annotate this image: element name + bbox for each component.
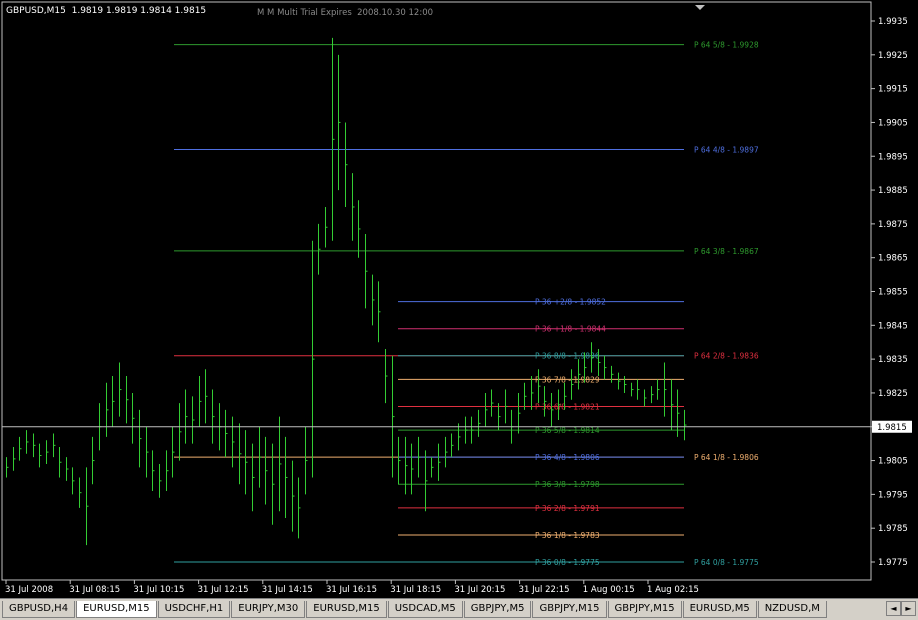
murrey-level-p36-label: P 36 2/8 - 1.9791 [535, 504, 600, 513]
chart-tabs-bar: GBPUSD,H4 EURUSD,M15 USDCHF,H1 EURJPY,M30 EU… [0, 598, 918, 620]
price-axis-label: 1.9845 [878, 321, 908, 331]
price-axis-label: 1.9925 [878, 51, 908, 61]
chart-tab[interactable]: EURUSD,M5 [682, 601, 757, 618]
murrey-level-p64-label: P 64 3/8 - 1.9867 [694, 247, 759, 256]
price-axis-label: 1.9905 [878, 118, 908, 128]
time-axis-label: 31 Jul 18:15 [390, 585, 441, 595]
murrey-level-p64-label: P 64 2/8 - 1.9836 [694, 352, 759, 361]
murrey-level-p36-label: P 36 0/8 - 1.9775 [535, 558, 600, 567]
price-axis-label: 1.9785 [878, 524, 908, 534]
time-axis-label: 31 Jul 12:15 [198, 585, 249, 595]
price-axis-label: 1.9935 [878, 17, 908, 27]
murrey-level-p36-label: P 36 7/8 - 1.9829 [535, 375, 600, 384]
chart-tab[interactable]: GBPJPY,M15 [532, 601, 607, 618]
time-axis-label: 31 Jul 2008 [5, 585, 53, 595]
price-axis-label: 1.9805 [878, 457, 908, 467]
plot-frame [1, 1, 872, 581]
chart-tab[interactable]: EURUSD,M15 [76, 601, 157, 618]
price-axis-label: 1.9775 [878, 558, 908, 568]
murrey-level-p36-label: P 36 4/8 - 1.9806 [535, 453, 600, 462]
murrey-level-p64-label: P 64 1/8 - 1.9806 [694, 453, 759, 462]
chart-tab[interactable]: GBPUSD,H4 [2, 601, 76, 618]
price-axis-label: 1.9915 [878, 85, 908, 95]
time-axis-label: 31 Jul 14:15 [262, 585, 313, 595]
time-axis-label: 1 Aug 02:15 [647, 585, 699, 595]
price-axis-label: 1.9895 [878, 152, 908, 162]
murrey-level-p36-label: P 36 5/8 - 1.9814 [535, 426, 600, 435]
murrey-level-p64-label: P 64 0/8 - 1.9775 [694, 558, 759, 567]
price-axis-label: 1.9875 [878, 220, 908, 230]
price-axis-label: 1.9795 [878, 490, 908, 500]
price-axis-label: 1.9885 [878, 186, 908, 196]
time-axis-label: 31 Jul 16:15 [326, 585, 377, 595]
murrey-level-p36-label: P 36 3/8 - 1.9798 [535, 480, 600, 489]
time-axis-label: 31 Jul 10:15 [133, 585, 184, 595]
chart-shift-marker-icon[interactable] [695, 5, 705, 10]
time-axis-label: 1 Aug 00:15 [583, 585, 635, 595]
murrey-level-p64-label: P 64 4/8 - 1.9897 [694, 145, 759, 154]
time-axis-label: 31 Jul 08:15 [69, 585, 120, 595]
price-axis-label: 1.9865 [878, 254, 908, 264]
chart-tab[interactable]: USDCAD,M5 [387, 601, 463, 618]
price-chart[interactable]: 1.9935 1.9925 1.9915 1.9905 1.9895 1.9885 1.98… [0, 0, 918, 598]
chart-tab[interactable]: NZDUSD,M [757, 601, 827, 618]
chart-tab[interactable]: GBPJPY,M5 [463, 601, 532, 618]
tabs-scroll-left-icon[interactable]: ◄ [886, 601, 901, 616]
price-axis-label: 1.9835 [878, 355, 908, 365]
chart-area[interactable]: 1.9935 1.9925 1.9915 1.9905 1.9895 1.9885 1.98… [0, 0, 918, 598]
trial-expiry-text: M M Multi Trial Expires 2008.10.30 12:00 [257, 8, 434, 18]
chart-tab[interactable]: GBPJPY,M15 [607, 601, 682, 618]
price-axis-label: 1.9825 [878, 389, 908, 399]
murrey-level-p36-label: P 36 +2/8 - 1.9852 [535, 298, 606, 307]
current-price-label: 1.9815 [877, 423, 907, 433]
time-axis-label: 31 Jul 22:15 [519, 585, 570, 595]
time-axis-label: 31 Jul 20:15 [454, 585, 505, 595]
chart-tab[interactable]: EURUSD,M15 [306, 601, 387, 618]
murrey-level-p36-label: P 36 +1/8 - 1.9844 [535, 325, 606, 334]
murrey-level-p36-label: P 36 1/8 - 1.9783 [535, 531, 600, 540]
chart-tab[interactable]: EURJPY,M30 [231, 601, 306, 618]
chart-tab[interactable]: USDCHF,H1 [157, 601, 231, 618]
mt4-chart-window: 1.9935 1.9925 1.9915 1.9905 1.9895 1.9885 1.98… [0, 0, 918, 620]
price-axis-label: 1.9855 [878, 288, 908, 298]
chart-tabs: GBPUSD,H4 EURUSD,M15 USDCHF,H1 EURJPY,M30 EU… [2, 601, 828, 619]
symbol-info: GBPUSD,M15 1.9819 1.9819 1.9814 1.9815 [6, 6, 207, 16]
tabs-scroll-right-icon[interactable]: ► [901, 601, 916, 616]
murrey-level-p64-label: P 64 5/8 - 1.9928 [694, 41, 759, 50]
murrey-level-p36-label: P 36 8/8 - 1.9836 [535, 352, 600, 361]
